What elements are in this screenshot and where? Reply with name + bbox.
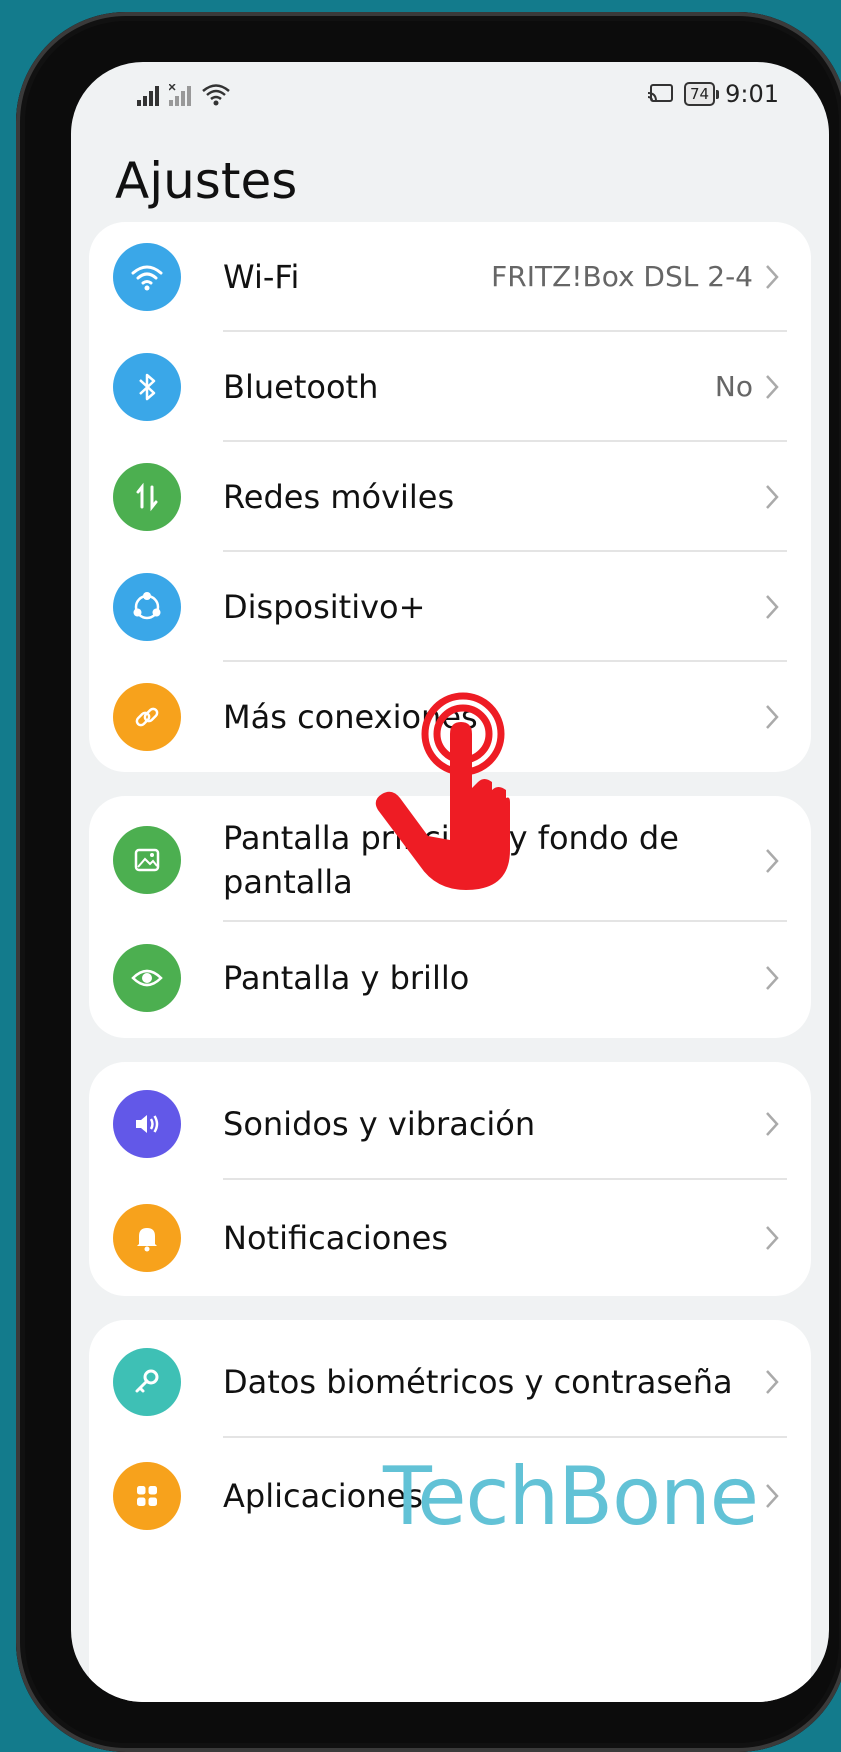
chevron-right-icon (766, 1112, 779, 1136)
signal-no-service-icon (169, 84, 191, 106)
speaker-icon (113, 1090, 181, 1158)
link-icon (113, 683, 181, 751)
chevron-right-icon (766, 265, 779, 289)
status-bar: 74 9:01 (71, 62, 829, 126)
settings-item-label: Sonidos y vibración (223, 1105, 536, 1143)
status-right: 74 9:01 (648, 80, 779, 108)
settings-item-label-line2: pantalla (223, 863, 353, 901)
settings-item-label: Dispositivo+ (223, 588, 426, 626)
settings-item-label: Redes móviles (223, 478, 455, 516)
chevron-right-icon (766, 966, 779, 990)
chevron-right-icon (766, 485, 779, 509)
settings-group-sound: Sonidos y vibración Notificaciones (89, 1062, 811, 1296)
settings-item-label: Datos biométricos y contraseña (223, 1363, 733, 1401)
settings-item-display-brightness[interactable]: Pantalla y brillo (89, 922, 811, 1038)
page: { "status_bar": { "battery": "74", "time… (0, 0, 841, 1752)
mobile-data-icon (113, 463, 181, 531)
settings-item-sounds-vibration[interactable]: Sonidos y vibración (89, 1066, 811, 1180)
settings-item-mobile-networks[interactable]: Redes móviles (89, 442, 811, 552)
chevron-right-icon (766, 1370, 779, 1394)
chevron-right-icon (766, 1226, 779, 1250)
status-left (137, 82, 231, 106)
watermark-techbone: TechBone (383, 1450, 759, 1543)
settings-item-bluetooth[interactable]: Bluetooth No (89, 332, 811, 442)
settings-item-value: No (714, 370, 753, 403)
bluetooth-icon (113, 353, 181, 421)
chevron-right-icon (766, 849, 779, 873)
battery-indicator: 74 (684, 82, 720, 106)
chevron-right-icon (766, 375, 779, 399)
wifi-status-icon (202, 84, 230, 106)
settings-item-biometrics-password[interactable]: Datos biométricos y contraseña (89, 1324, 811, 1438)
settings-item-wifi[interactable]: Wi-Fi FRITZ!Box DSL 2-4 (89, 222, 811, 332)
signal-icon (137, 86, 159, 106)
wifi-icon (113, 243, 181, 311)
settings-item-device-plus[interactable]: Dispositivo+ (89, 552, 811, 662)
apps-icon (113, 1462, 181, 1530)
chevron-right-icon (766, 1484, 779, 1508)
device-plus-icon (113, 573, 181, 641)
settings-item-label: Notificaciones (223, 1219, 449, 1257)
settings-item-notifications[interactable]: Notificaciones (89, 1180, 811, 1296)
key-icon (113, 1348, 181, 1416)
cast-icon (648, 84, 673, 102)
bell-icon (113, 1204, 181, 1272)
settings-item-label: Wi-Fi (223, 258, 300, 296)
wallpaper-icon (113, 826, 181, 894)
tap-hand-icon (375, 692, 510, 890)
chevron-right-icon (766, 595, 779, 619)
settings-item-label: Pantalla y brillo (223, 959, 470, 997)
status-time: 9:01 (725, 80, 779, 108)
settings-item-label: Bluetooth (223, 368, 379, 406)
settings-item-value: FRITZ!Box DSL 2-4 (491, 260, 753, 293)
chevron-right-icon (766, 705, 779, 729)
eye-icon (113, 944, 181, 1012)
page-title: Ajustes (115, 152, 298, 210)
